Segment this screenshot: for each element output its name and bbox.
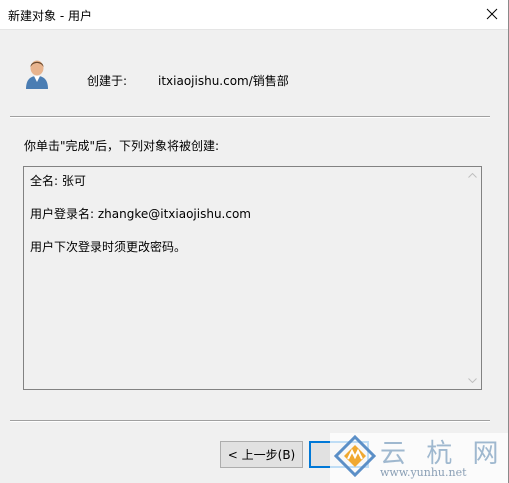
back-button[interactable]: < 上一步(B) — [220, 441, 303, 468]
summary-logon-name: 用户登录名: zhangke@itxiaojishu.com — [30, 207, 251, 221]
scroll-up-icon[interactable] — [464, 167, 481, 184]
created-in-label: 创建于: — [87, 74, 128, 88]
divider-bottom — [10, 420, 490, 422]
scroll-down-icon[interactable] — [464, 372, 481, 389]
window-title: 新建对象 - 用户 — [8, 9, 92, 23]
watermark-logo — [334, 435, 376, 477]
watermark-title: 云 杭 网 — [380, 439, 505, 469]
summary-full-name: 全名: 张可 — [30, 174, 86, 188]
close-button[interactable] — [475, 0, 509, 30]
summary-password-note: 用户下次登录时须更改密码。 — [30, 240, 187, 254]
vertical-scrollbar[interactable] — [464, 167, 481, 389]
title-bar: 新建对象 - 用户 — [0, 0, 509, 30]
close-icon — [486, 8, 498, 23]
divider-top — [10, 116, 490, 118]
watermark: 云 杭 网 www.yunhu.net — [330, 433, 508, 483]
watermark-url: www.yunhu.net — [380, 466, 467, 479]
instruction-text: 你单击"完成"后，下列对象将被创建: — [24, 139, 220, 153]
user-icon — [24, 58, 50, 90]
created-in-path: itxiaojishu.com/销售部 — [158, 74, 289, 88]
summary-textbox[interactable]: 全名: 张可 用户登录名: zhangke@itxiaojishu.com 用户… — [23, 166, 482, 390]
